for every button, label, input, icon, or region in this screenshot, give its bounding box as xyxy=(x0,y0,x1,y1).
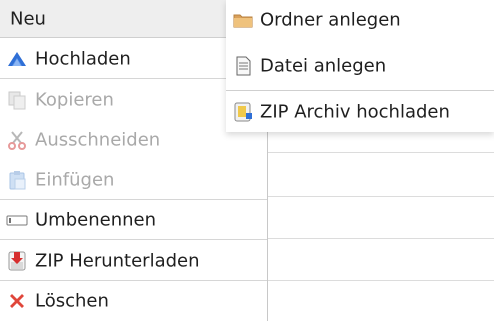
zip-upload-icon xyxy=(232,101,254,123)
paste-icon xyxy=(6,169,28,191)
menu-item-einfuegen[interactable]: Einfügen xyxy=(0,160,267,200)
row-divider xyxy=(268,196,494,197)
submenu-separator xyxy=(226,90,494,91)
menu-item-label: Kopieren xyxy=(35,89,114,111)
menu-item-label: Einfügen xyxy=(35,169,115,191)
zip-download-icon xyxy=(6,250,28,272)
submenu-item-ordner-anlegen[interactable]: Ordner anlegen xyxy=(226,0,494,40)
menu-item-label: Ausschneiden xyxy=(35,129,161,151)
folder-icon xyxy=(232,9,254,31)
menu-item-umbenennen[interactable]: Umbenennen xyxy=(0,200,267,240)
menu-item-zip-herunterladen[interactable]: ZIP Herunterladen xyxy=(0,241,267,281)
menu-item-label: ZIP Herunterladen xyxy=(35,250,200,272)
row-divider xyxy=(268,280,494,281)
submenu-item-label: Ordner anlegen xyxy=(260,9,401,31)
row-divider xyxy=(268,152,494,153)
row-divider xyxy=(268,238,494,239)
menu-item-loeschen[interactable]: Löschen xyxy=(0,281,267,321)
menu-item-label: Hochladen xyxy=(35,48,131,70)
menu-item-label: Umbenennen xyxy=(35,209,156,231)
file-icon xyxy=(232,55,254,77)
submenu-neu: Ordner anlegen Datei anlegen ZIP Archiv … xyxy=(226,0,494,132)
scissors-icon xyxy=(6,129,28,151)
rename-icon xyxy=(6,209,28,231)
menu-item-label: Neu xyxy=(10,8,46,29)
menu-separator xyxy=(0,239,267,240)
menu-item-label: Löschen xyxy=(35,290,109,312)
delete-x-icon xyxy=(6,290,28,312)
submenu-item-label: ZIP Archiv hochladen xyxy=(260,101,450,123)
submenu-item-label: Datei anlegen xyxy=(260,55,387,77)
submenu-item-zip-archiv-hochladen[interactable]: ZIP Archiv hochladen xyxy=(226,92,494,132)
submenu-item-datei-anlegen[interactable]: Datei anlegen xyxy=(226,46,494,86)
upload-arrow-icon xyxy=(6,48,28,70)
copy-icon xyxy=(6,89,28,111)
